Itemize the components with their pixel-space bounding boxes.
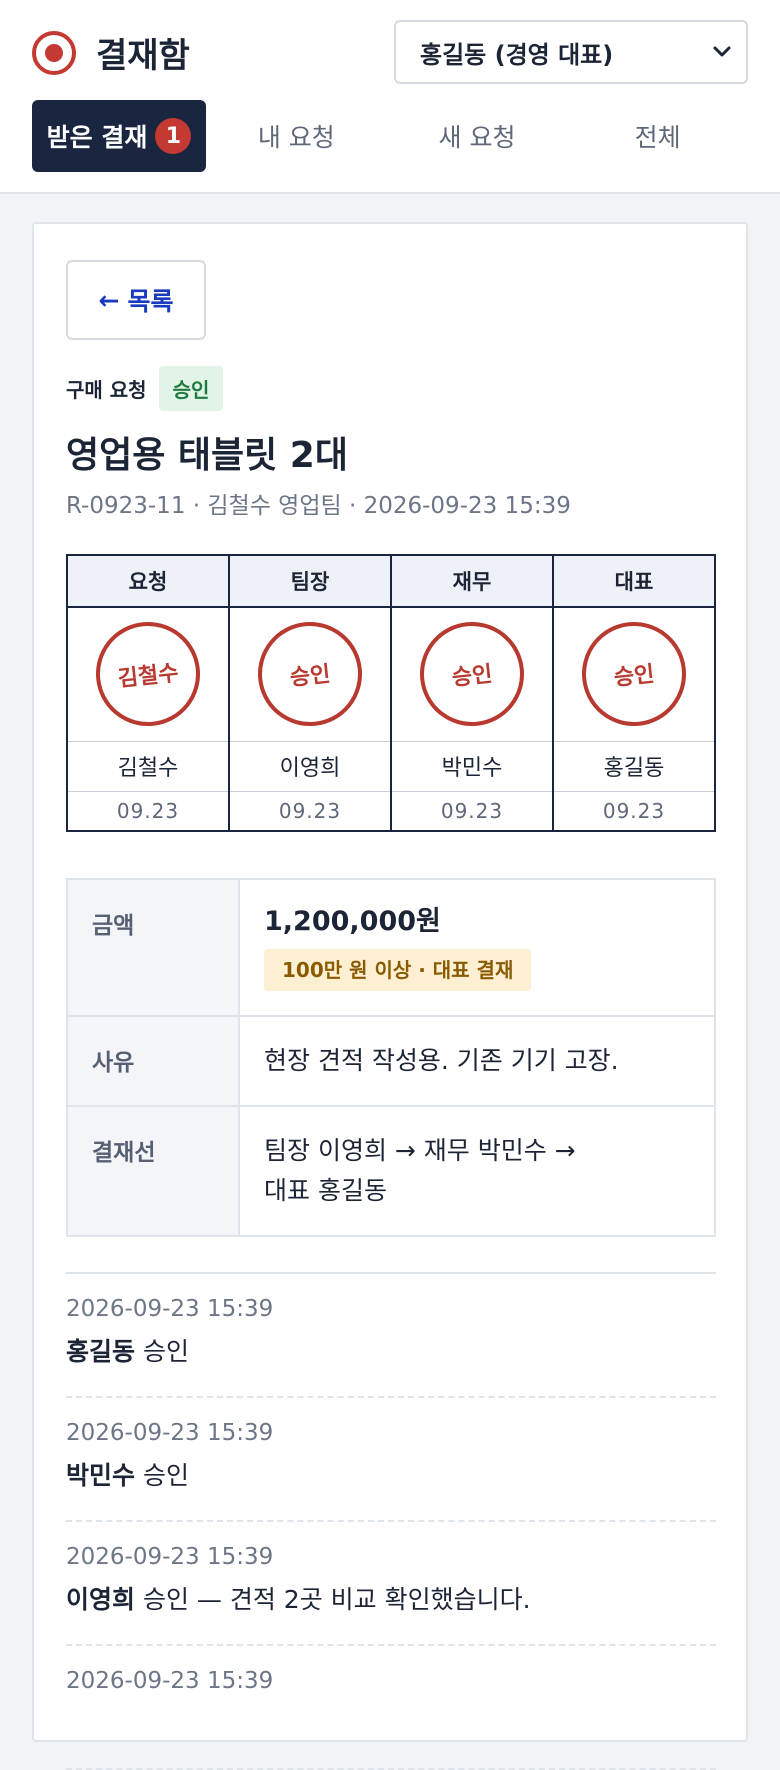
request-meta: R-0923-11 · 김철수 영업팀 · 2026-09-23 15:39 xyxy=(66,493,571,519)
seal-stamp: 김철수 xyxy=(90,617,206,732)
amount-value: 1,200,000원 xyxy=(264,906,441,937)
approval-stamp-table: 요청 팀장 재무 대표 김철수 승인 승인 승인 김철수 이영희 박민수 홍길동… xyxy=(66,554,716,832)
history-actor: 이영희 xyxy=(66,1585,136,1614)
stamp-cell: 승인 xyxy=(552,607,715,741)
tab-received[interactable]: 받은 결재 1 xyxy=(32,100,206,172)
history-text: 홍길동 승인 xyxy=(66,1332,716,1368)
history-time: 2026-09-23 15:39 xyxy=(66,1544,274,1570)
seal-stamp: 승인 xyxy=(576,617,692,732)
stamp-role: 요청 xyxy=(67,555,229,608)
request-info-table: 금액 1,200,000원 100만 원 이상 · 대표 결재 사유 현장 견적… xyxy=(66,878,716,1238)
reason-label: 사유 xyxy=(67,1016,240,1108)
tab-new-request[interactable]: 새 요청 xyxy=(387,100,568,172)
user-select[interactable]: 홍길동 (경영 대표) xyxy=(394,20,748,84)
amount-cell: 1,200,000원 100만 원 이상 · 대표 결재 xyxy=(239,879,715,1018)
history-time: 2026-09-23 15:39 xyxy=(66,1420,274,1446)
history-text: 이영희 승인 — 견적 2곳 비교 확인했습니다. xyxy=(66,1580,716,1616)
approver-name: 박민수 xyxy=(390,740,553,791)
tab-my-requests-label: 내 요청 xyxy=(257,123,335,152)
count-badge: 1 xyxy=(155,118,192,154)
stamp-role: 대표 xyxy=(552,555,715,608)
tab-all-label: 전체 xyxy=(634,123,681,152)
reason-value: 현장 견적 작성용. 기존 기기 고장. xyxy=(239,1016,715,1108)
history-time: 2026-09-23 15:39 xyxy=(66,1296,274,1322)
request-title: 영업용 태블릿 2대 xyxy=(66,435,348,476)
history-time: 2026-09-23 15:39 xyxy=(66,1668,274,1694)
history-action: 승인 xyxy=(135,1337,189,1366)
approver-name: 홍길동 xyxy=(552,740,715,791)
approval-date: 09.23 xyxy=(228,790,391,831)
history-item: 2026-09-23 15:39 박민수 승인 xyxy=(66,1398,716,1522)
stamp-cell: 김철수 xyxy=(67,607,229,741)
history-action: 승인 xyxy=(135,1461,189,1490)
brand: 결재함 xyxy=(32,28,190,77)
approver-name: 이영희 xyxy=(228,740,391,791)
history-text: 박민수 승인 xyxy=(66,1456,716,1492)
tab-received-label: 받은 결재 xyxy=(46,123,148,152)
history-actor: 박민수 xyxy=(66,1461,136,1490)
approval-line-value: 팀장 이영희 → 재무 박민수 → 대표 홍길동 xyxy=(239,1106,715,1238)
stamp-role: 팀장 xyxy=(228,555,391,608)
stamp-role: 재무 xyxy=(390,555,553,608)
amount-note-badge: 100만 원 이상 · 대표 결재 xyxy=(264,949,532,992)
app-title: 결재함 xyxy=(96,36,190,76)
approval-history: 2026-09-23 15:39 홍길동 승인 2026-09-23 15:39… xyxy=(66,1272,716,1770)
record-icon xyxy=(32,30,76,75)
seal-stamp: 승인 xyxy=(252,617,368,732)
approval-line-2: 대표 홍길동 xyxy=(264,1176,387,1206)
history-item: 2026-09-23 15:39 이영희 승인 — 견적 2곳 비교 확인했습니… xyxy=(66,1522,716,1646)
seal-stamp: 승인 xyxy=(414,617,530,732)
request-meta-row: 구매 요청 승인 xyxy=(66,366,224,411)
history-action: 승인 — 견적 2곳 비교 확인했습니다. xyxy=(135,1585,531,1614)
status-badge: 승인 xyxy=(158,366,224,411)
approval-date: 09.23 xyxy=(390,790,553,831)
tab-my-requests[interactable]: 내 요청 xyxy=(206,100,387,172)
approval-date: 09.23 xyxy=(67,790,229,831)
tab-bar: 받은 결재 1 내 요청 새 요청 전체 xyxy=(32,100,748,172)
request-detail-card: ← 목록 구매 요청 승인 영업용 태블릿 2대 R-0923-11 · 김철수… xyxy=(32,222,748,1770)
history-item: 2026-09-23 15:39 홍길동 승인 xyxy=(66,1274,716,1398)
approval-line-label: 결재선 xyxy=(67,1106,240,1238)
approval-line-1: 팀장 이영희 → 재무 박민수 → xyxy=(264,1136,576,1166)
history-actor: 홍길동 xyxy=(66,1337,136,1366)
approver-name: 김철수 xyxy=(67,740,229,791)
history-item: 2026-09-23 15:39 xyxy=(66,1646,716,1770)
stamp-cell: 승인 xyxy=(390,607,553,741)
user-select-value: 홍길동 (경영 대표) xyxy=(420,40,614,69)
back-label: 목록 xyxy=(127,287,174,316)
tab-all[interactable]: 전체 xyxy=(567,100,748,172)
app-header: 결재함 홍길동 (경영 대표) 받은 결재 1 내 요청 새 요청 전체 xyxy=(0,0,780,194)
tab-new-request-label: 새 요청 xyxy=(438,123,516,152)
chevron-down-icon xyxy=(713,46,731,57)
arrow-left-icon: ← xyxy=(98,285,120,315)
amount-label: 금액 xyxy=(67,879,240,1018)
back-to-list-button[interactable]: ← 목록 xyxy=(66,260,206,340)
stamp-cell: 승인 xyxy=(228,607,391,741)
request-type: 구매 요청 xyxy=(66,378,147,402)
approval-date: 09.23 xyxy=(552,790,715,831)
